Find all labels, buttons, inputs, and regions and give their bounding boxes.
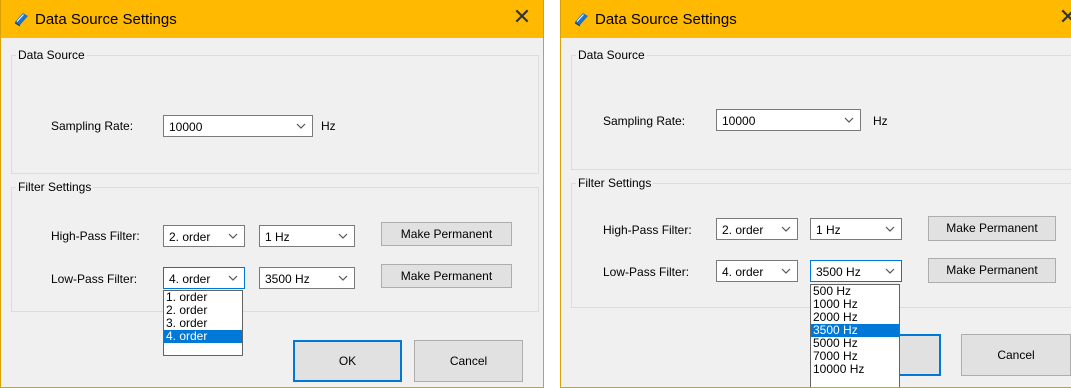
data-source-settings-dialog-2: Data Source Settings ✕ Data Source Sampl… — [560, 0, 1071, 388]
cancel-button[interactable]: Cancel — [414, 340, 523, 382]
frequency-dropdown-list[interactable]: 500 Hz 1000 Hz 2000 Hz 3500 Hz 5000 Hz 7… — [810, 284, 900, 387]
chevron-down-icon — [338, 275, 348, 281]
low-pass-make-permanent-button[interactable]: Make Permanent — [928, 258, 1056, 283]
high-pass-make-permanent-button[interactable]: Make Permanent — [381, 222, 512, 246]
sampling-rate-label: Sampling Rate: — [51, 119, 134, 133]
data-source-settings-dialog-1: Data Source Settings ✕ Data Source Sampl… — [0, 0, 544, 388]
low-pass-freq-combo[interactable]: 3500 Hz — [259, 267, 355, 289]
close-icon[interactable]: ✕ — [511, 7, 533, 29]
chevron-down-icon — [228, 275, 238, 281]
sampling-rate-value: 10000 — [169, 120, 203, 134]
order-dropdown-list[interactable]: 1. order 2. order 3. order 4. order — [163, 290, 243, 356]
title-bar[interactable]: Data Source Settings ✕ — [561, 0, 1071, 38]
low-pass-label: Low-Pass Filter: — [603, 265, 690, 279]
group-legend: Filter Settings — [578, 176, 652, 190]
low-pass-order-combo[interactable]: 4. order — [163, 267, 245, 289]
sampling-rate-label: Sampling Rate: — [603, 114, 686, 128]
chevron-down-icon — [296, 123, 306, 129]
high-pass-freq-value: 1 Hz — [816, 223, 841, 237]
high-pass-label: High-Pass Filter: — [603, 223, 692, 237]
group-legend: Data Source — [18, 48, 85, 62]
chevron-down-icon — [781, 226, 791, 232]
low-pass-freq-value: 3500 Hz — [265, 272, 310, 286]
book-icon — [575, 13, 588, 27]
low-pass-order-combo[interactable]: 4. order — [716, 260, 798, 282]
chevron-down-icon — [885, 226, 895, 232]
data-source-group: Data Source — [11, 48, 539, 174]
chevron-down-icon — [338, 233, 348, 239]
low-pass-order-value: 4. order — [722, 265, 764, 279]
title-bar[interactable]: Data Source Settings ✕ — [1, 0, 543, 38]
window-title: Data Source Settings — [35, 11, 177, 28]
chevron-down-icon — [228, 233, 238, 239]
sampling-rate-unit: Hz — [321, 119, 336, 133]
sampling-rate-combo[interactable]: 10000 — [163, 115, 313, 137]
sampling-rate-unit: Hz — [873, 114, 888, 128]
dropdown-option-selected[interactable]: 4. order — [164, 330, 242, 343]
window-title: Data Source Settings — [595, 11, 737, 28]
low-pass-label: Low-Pass Filter: — [51, 272, 138, 286]
high-pass-order-value: 2. order — [722, 223, 764, 237]
low-pass-freq-combo[interactable]: 3500 Hz — [810, 260, 902, 282]
high-pass-freq-combo[interactable]: 1 Hz — [259, 225, 355, 247]
chevron-down-icon — [844, 117, 854, 123]
dropdown-option[interactable]: 10000 Hz — [811, 363, 899, 376]
high-pass-order-combo[interactable]: 2. order — [163, 225, 245, 247]
cancel-button[interactable]: Cancel — [961, 334, 1071, 376]
low-pass-order-value: 4. order — [169, 272, 211, 286]
sampling-rate-value: 10000 — [722, 114, 756, 128]
ok-button[interactable]: OK — [293, 340, 402, 382]
chevron-down-icon — [781, 268, 791, 274]
high-pass-order-combo[interactable]: 2. order — [716, 218, 798, 240]
group-legend: Filter Settings — [18, 180, 92, 194]
book-icon — [15, 13, 28, 27]
high-pass-order-value: 2. order — [169, 230, 211, 244]
high-pass-make-permanent-button[interactable]: Make Permanent — [928, 216, 1056, 241]
high-pass-freq-combo[interactable]: 1 Hz — [810, 218, 902, 240]
close-icon[interactable]: ✕ — [1057, 7, 1071, 29]
group-legend: Data Source — [578, 48, 645, 62]
low-pass-freq-value: 3500 Hz — [816, 265, 861, 279]
low-pass-make-permanent-button[interactable]: Make Permanent — [381, 264, 512, 288]
sampling-rate-combo[interactable]: 10000 — [716, 109, 861, 131]
chevron-down-icon — [885, 268, 895, 274]
high-pass-label: High-Pass Filter: — [51, 229, 140, 243]
high-pass-freq-value: 1 Hz — [265, 230, 290, 244]
